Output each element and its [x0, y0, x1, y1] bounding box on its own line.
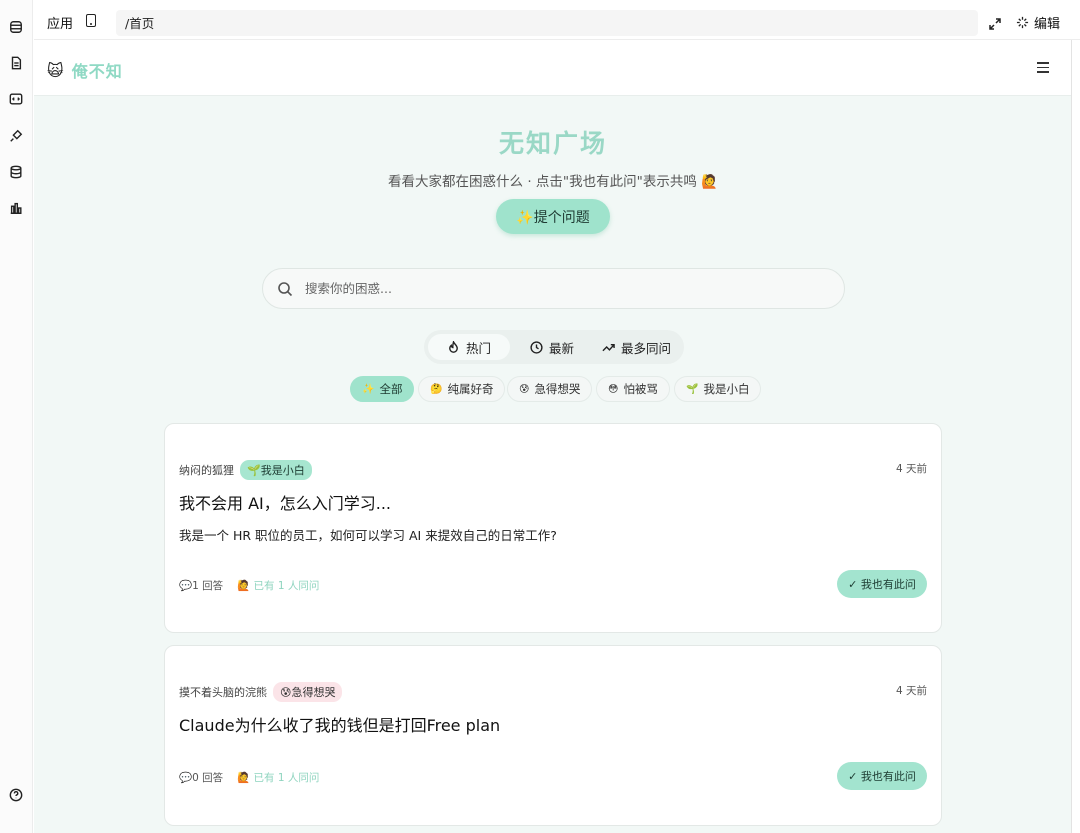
same-question-button[interactable]: ✓ 我也有此问	[837, 570, 927, 598]
answer-count[interactable]: 💬0 回答	[179, 770, 223, 785]
flushed-face-icon: 😳	[608, 383, 619, 395]
mobile-preview-icon[interactable]	[86, 14, 96, 27]
sparkles-icon: ✨	[362, 383, 375, 395]
category-chip-all[interactable]: ✨ 全部	[350, 376, 415, 402]
app-frame: 🙀 俺不知 无知广场 看看大家都在困惑什么 · 点击"我也有此问"表示共鸣 🙋 …	[34, 40, 1072, 833]
category-chip-beginner[interactable]: 🌱 我是小白	[674, 376, 762, 402]
author-name: 纳闷的狐狸	[179, 464, 234, 477]
help-icon[interactable]	[8, 787, 24, 803]
left-rail	[0, 0, 33, 833]
category-tag: 😰急得想哭	[273, 682, 343, 702]
category-chip-afraid[interactable]: 😳 怕被骂	[596, 376, 670, 402]
question-card[interactable]: 摸不着头脑的浣熊 😰急得想哭 4 天前 Claude为什么收了我的钱但是打回Fr…	[164, 645, 942, 826]
tab-hot[interactable]: 热门	[428, 334, 510, 360]
brand[interactable]: 🙀 俺不知	[47, 58, 123, 82]
database-stack-icon[interactable]	[8, 19, 24, 35]
answer-count[interactable]: 💬1 回答	[179, 578, 223, 593]
question-body: 我是一个 HR 职位的员工，如何可以学习 AI 来提效自己的日常工作?	[179, 528, 557, 543]
category-chip-label: 急得想哭	[534, 382, 581, 396]
question-card[interactable]: 纳闷的狐狸 🌱我是小白 4 天前 我不会用 AI，怎么入门学习... 我是一个 …	[164, 423, 942, 633]
document-icon[interactable]	[8, 55, 24, 71]
search-box	[262, 268, 845, 309]
flame-icon	[449, 340, 458, 353]
same-question-count: 🙋 已有 1 人同问	[237, 772, 320, 784]
page-subtitle: 看看大家都在困惑什么 · 点击"我也有此问"表示共鸣 🙋	[388, 174, 718, 190]
post-time: 4 天前	[895, 685, 927, 697]
plug-icon[interactable]	[8, 128, 24, 144]
thinking-face-icon: 🤔	[430, 383, 443, 395]
brand-name: 俺不知	[71, 62, 123, 81]
anxious-face-icon: 😰	[519, 383, 530, 395]
search-input[interactable]	[305, 281, 785, 296]
app-header: 🙀 俺不知	[34, 40, 1071, 96]
database-icon[interactable]	[8, 164, 24, 180]
edit-button-label: 编辑	[1034, 17, 1061, 32]
post-time: 4 天前	[895, 463, 927, 475]
ask-question-button[interactable]: ✨提个问题	[496, 199, 610, 234]
same-question-button[interactable]: ✓ 我也有此问	[837, 762, 927, 790]
card-meta: 💬0 回答 🙋 已有 1 人同问	[179, 770, 319, 785]
question-title[interactable]: Claude为什么收了我的钱但是打回Free plan	[179, 712, 500, 736]
category-chip-label: 我是小白	[703, 382, 750, 396]
card-author-row: 摸不着头脑的浣熊 😰急得想哭	[179, 682, 343, 702]
page-title: 无知广场	[498, 129, 607, 158]
seedling-icon: 🌱	[686, 383, 699, 395]
tab-latest[interactable]: 最新	[520, 334, 584, 360]
category-tag: 🌱我是小白	[240, 460, 312, 480]
author-name: 摸不着头脑的浣熊	[179, 686, 267, 699]
expand-icon[interactable]	[989, 15, 1001, 30]
sort-tabs: 热门 最新 最多同问	[424, 330, 684, 364]
sparkle-edit-icon	[1016, 16, 1029, 29]
category-chip-label: 怕被骂	[623, 382, 658, 396]
logo-emoji: 🙀	[47, 60, 64, 80]
card-meta: 💬1 回答 🙋 已有 1 人同问	[179, 578, 319, 593]
tab-hot-label: 热门	[465, 340, 491, 356]
app-tab[interactable]: 应用	[47, 13, 73, 32]
clock-icon	[530, 340, 543, 354]
category-chip-anxious[interactable]: 😰 急得想哭	[507, 376, 593, 402]
path-bar[interactable]: /首页	[116, 10, 978, 36]
category-chip-curious[interactable]: 🤔 纯属好奇	[418, 376, 506, 402]
top-bar: 应用 /首页 编辑	[34, 0, 1080, 40]
code-icon[interactable]	[8, 91, 24, 107]
category-chip-label: 全部	[379, 382, 403, 396]
search-icon	[278, 281, 293, 296]
question-title[interactable]: 我不会用 AI，怎么入门学习...	[179, 490, 391, 514]
bar-chart-icon[interactable]	[8, 200, 24, 216]
same-question-count: 🙋 已有 1 人同问	[237, 580, 320, 592]
tab-most-same-label: 最多同问	[621, 340, 672, 356]
tab-latest-label: 最新	[549, 340, 575, 356]
hamburger-menu-icon[interactable]	[1037, 62, 1049, 73]
category-chip-label: 纯属好奇	[447, 382, 494, 396]
edit-button[interactable]: 编辑	[1016, 13, 1060, 32]
tab-most-same[interactable]: 最多同问	[592, 334, 681, 360]
card-author-row: 纳闷的狐狸 🌱我是小白	[179, 460, 312, 480]
trending-up-icon	[602, 343, 615, 351]
